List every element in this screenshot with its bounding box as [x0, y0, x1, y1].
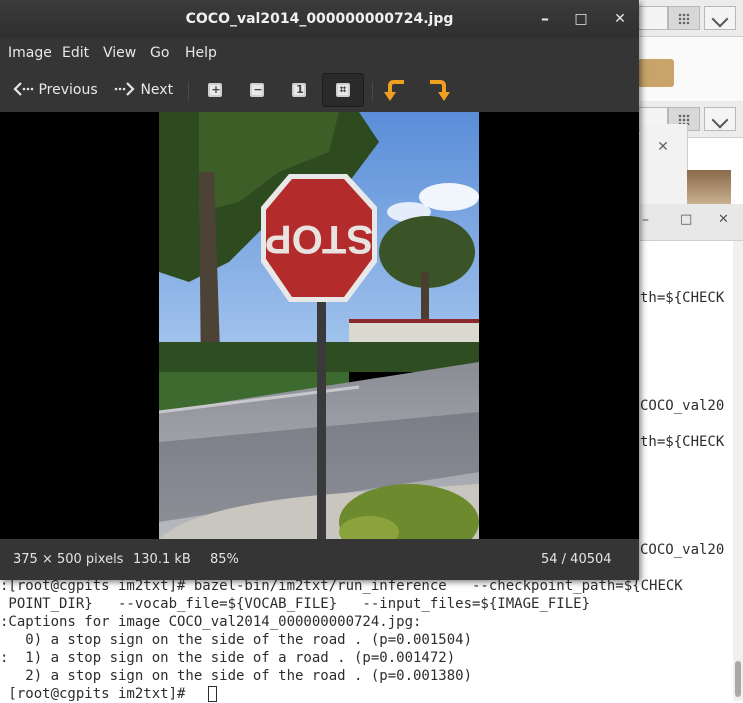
terminal-close-button[interactable]: ✕: [718, 212, 729, 227]
rotate-right-button[interactable]: [420, 74, 456, 106]
previous-label: Previous: [38, 82, 98, 98]
rotate-right-icon: [430, 80, 450, 101]
close-button[interactable]: ✕: [603, 0, 637, 38]
terminal-line: 2) a stop sign on the side of the road .…: [0, 668, 473, 684]
zoom-out-icon: −: [253, 83, 263, 96]
viewer-titlebar[interactable]: COCO_val2014_000000000724.jpg – □ ✕: [0, 0, 639, 38]
zoom-in-icon: +: [211, 83, 221, 96]
status-bar: 375 × 500 pixels 130.1 kB 85% 54 / 40504: [0, 539, 639, 580]
stop-sign-text: STOP: [265, 217, 373, 261]
menu-help[interactable]: Help: [185, 38, 217, 68]
arrow-right-icon: [114, 82, 135, 96]
terminal-line: :Captions for image COCO_val2014_0000000…: [0, 614, 422, 630]
terminal-fragment: COCO_val20: [640, 542, 725, 558]
grid-icon: [678, 13, 690, 25]
arrow-left-icon: [13, 82, 34, 96]
rotate-left-button[interactable]: [380, 74, 416, 106]
menu-view[interactable]: View: [103, 38, 136, 68]
scrollbar-thumb[interactable]: [735, 661, 741, 697]
toolbar-separator: [188, 82, 189, 100]
previous-button[interactable]: Previous: [12, 76, 98, 104]
minimize-button[interactable]: –: [528, 0, 562, 38]
image-position: 54 / 40504: [541, 552, 612, 567]
terminal-fragment: th=${CHECK: [640, 434, 725, 450]
photo-stop-sign: STOP: [159, 112, 479, 539]
terminal-cursor: [208, 686, 217, 702]
background-files-area: [638, 37, 743, 101]
image-viewer-window: COCO_val2014_000000000724.jpg – □ ✕ Imag…: [0, 0, 639, 580]
thumbnail-image: [687, 170, 731, 204]
next-button[interactable]: Next: [114, 76, 173, 104]
folder-icon: [638, 59, 674, 87]
image-canvas[interactable]: STOP: [0, 112, 639, 539]
terminal-line: : 1) a stop sign on the side of a road .…: [0, 650, 456, 666]
list-view-button[interactable]: [636, 6, 668, 30]
image-dimensions: 375 × 500 pixels: [13, 552, 124, 567]
terminal-fragment: th=${CHECK: [640, 290, 725, 306]
view-options-button[interactable]: [704, 6, 736, 30]
view-options-button-2[interactable]: [704, 107, 736, 131]
next-label: Next: [140, 82, 174, 98]
grid-view-button[interactable]: [668, 6, 700, 30]
menu-go[interactable]: Go: [150, 38, 169, 68]
file-size: 130.1 kB: [133, 552, 191, 567]
terminal-titlebar: – □ ✕: [640, 204, 743, 241]
zoom-out-button[interactable]: −: [240, 74, 276, 106]
viewer-toolbar: Previous Next + − 1 ⌗: [0, 68, 639, 113]
zoom-level: 85%: [210, 552, 239, 567]
chevron-down-icon: [711, 111, 729, 129]
chevron-down-icon: [711, 10, 729, 28]
terminal-maximize-button[interactable]: □: [680, 212, 692, 227]
best-fit-icon: ⌗: [339, 83, 347, 96]
menu-edit[interactable]: Edit: [62, 38, 89, 68]
terminal-scrollbar[interactable]: [733, 241, 743, 701]
terminal-minimize-button[interactable]: –: [642, 212, 649, 228]
terminal-line: POINT_DIR} --vocab_file=${VOCAB_FILE} --…: [0, 596, 591, 612]
terminal-output-right: th=${CHECK COCO_val20 th=${CHECK COCO_va…: [640, 241, 733, 581]
rotate-left-icon: [384, 80, 404, 101]
maximize-button[interactable]: □: [564, 0, 598, 38]
best-fit-button[interactable]: ⌗: [322, 73, 364, 107]
menu-bar: Image Edit View Go Help: [0, 38, 639, 68]
normal-size-icon: 1: [296, 83, 304, 96]
terminal-line: 0) a stop sign on the side of the road .…: [0, 632, 473, 648]
toolbar-separator: [372, 82, 373, 100]
terminal-prompt[interactable]: [root@cgpits im2txt]#: [0, 685, 194, 703]
menu-image[interactable]: Image: [8, 38, 52, 68]
dialog-close-button[interactable]: ✕: [650, 136, 676, 158]
normal-size-button[interactable]: 1: [282, 74, 318, 106]
background-toolbar-top: [636, 0, 743, 37]
terminal-fragment: COCO_val20: [640, 398, 725, 414]
zoom-in-button[interactable]: +: [198, 74, 234, 106]
